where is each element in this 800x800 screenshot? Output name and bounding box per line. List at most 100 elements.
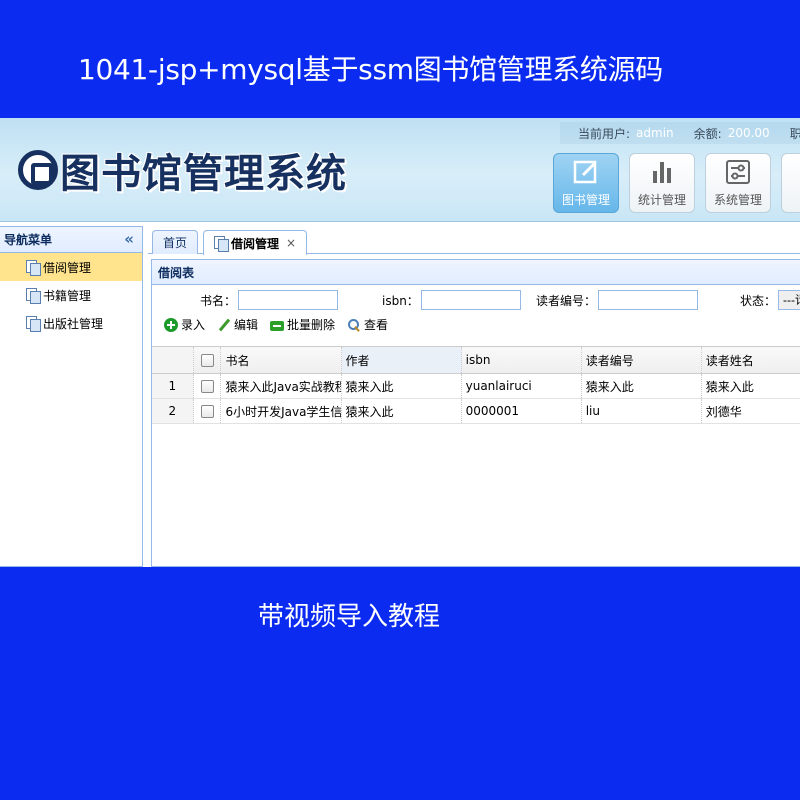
reader-no-input[interactable]: [598, 290, 699, 310]
batch-delete-label: 批量删除: [287, 318, 336, 332]
edit-label: 编辑: [234, 318, 259, 332]
document-icon: [26, 316, 41, 332]
action-buttons: 录入 编辑 批量删除 查看: [164, 316, 388, 333]
isbn-filter: isbn：: [382, 290, 521, 310]
view-button[interactable]: 查看: [347, 316, 388, 333]
view-label: 查看: [364, 318, 389, 332]
balance-label: 余额:: [693, 126, 722, 141]
reader-no-label: 读者编号：: [536, 293, 597, 308]
isbn-label: isbn：: [382, 293, 419, 308]
collapse-icon[interactable]: «: [124, 230, 134, 248]
tile-settings[interactable]: 系: [781, 153, 800, 213]
sidebar-item-borrow[interactable]: 借阅管理: [0, 253, 142, 281]
table-cell: 猿来入此Java实战教程: [221, 374, 342, 398]
app-window: 图书馆管理系统 当前用户: admin 余额: 200.00 职务 图书管理 统…: [0, 118, 800, 567]
banner-subtitle: 带视频导入教程: [258, 602, 441, 632]
pencil-icon: [217, 318, 231, 332]
reader-no-filter: 读者编号：: [536, 290, 699, 310]
role-label: 职务: [789, 126, 800, 141]
tile-label: 统计管理: [637, 193, 686, 207]
status-filter: 状态： ---请: [740, 290, 800, 310]
search-icon: [347, 318, 361, 332]
add-button[interactable]: 录入: [164, 316, 205, 333]
tile-system[interactable]: 系统管理: [705, 153, 771, 213]
row-number: 1: [152, 374, 194, 398]
book-name-filter: 书名：: [200, 290, 339, 310]
column-header[interactable]: 读者编号: [582, 347, 702, 373]
tile-label: 系统管理: [713, 193, 762, 207]
tile-statistics[interactable]: 统计管理: [629, 153, 695, 213]
column-header[interactable]: 作者: [341, 347, 462, 373]
plus-icon: [164, 317, 178, 332]
sidebar-item-books[interactable]: 书籍管理: [0, 281, 142, 309]
app-logo: 图书馆管理系统: [18, 146, 347, 197]
select-all-cell: [194, 347, 222, 373]
sidebar-item-label: 书籍管理: [43, 288, 92, 303]
sidebar-item-label: 借阅管理: [43, 260, 92, 275]
table-row[interactable]: 1 猿来入此Java实战教程 猿来入此 yuanlairuci 猿来入此 猿来入…: [152, 374, 800, 399]
table-cell: 猿来入此: [702, 374, 800, 398]
status-label: 状态：: [740, 293, 777, 308]
document-icon: [214, 236, 229, 252]
sidebar-item-label: 出版社管理: [43, 316, 104, 331]
row-checkbox[interactable]: [200, 404, 214, 418]
current-user-label: 当前用户:: [578, 126, 631, 141]
table-cell: 猿来入此: [342, 399, 462, 423]
table-cell: liu: [582, 399, 702, 423]
tile-book-management[interactable]: 图书管理: [553, 153, 619, 213]
panel-title: 借阅表: [152, 260, 800, 285]
sidebar-item-publishers[interactable]: 出版社管理: [0, 309, 142, 337]
search-toolbar: 书名： isbn： 读者编号： 状态： ---请 录入 编辑 批量删除 查看: [152, 285, 800, 345]
main-content: 首页 借阅管理 × 借阅表 书名： isbn： 读者编号： 状态： ---请 录…: [148, 226, 800, 567]
tile-label: 图书管理: [561, 193, 610, 207]
tab-label: 借阅管理: [231, 236, 280, 251]
current-user-value: admin: [636, 126, 674, 140]
user-info-bar: 当前用户: admin 余额: 200.00 职务: [560, 122, 800, 144]
row-number: 2: [152, 399, 194, 423]
column-header[interactable]: 读者姓名: [702, 347, 800, 373]
sidebar-title: 导航菜单: [4, 233, 53, 247]
status-select[interactable]: ---请: [778, 290, 800, 310]
table-cell: 猿来入此: [342, 374, 462, 398]
logo-text: 图书馆管理系统: [60, 151, 347, 197]
table-cell: yuanlairuci: [462, 374, 582, 398]
row-select-cell: [194, 399, 222, 423]
sidebar-header: 导航菜单 «: [0, 227, 142, 253]
module-tiles: 图书管理 统计管理 系统管理 系: [553, 153, 800, 213]
document-icon: [26, 288, 41, 304]
banner-title: 1041-jsp+mysql基于ssm图书馆管理系统源码: [78, 53, 664, 86]
add-label: 录入: [181, 318, 206, 332]
edit-icon: [573, 160, 597, 184]
row-number-header: [152, 347, 194, 373]
column-header[interactable]: isbn: [462, 347, 582, 373]
table-cell: 6小时开发Java学生信息: [221, 399, 342, 423]
sliders-icon: [726, 160, 750, 184]
document-icon: [26, 260, 41, 276]
sidebar: 导航菜单 « 借阅管理 书籍管理 出版社管理: [0, 226, 143, 567]
row-select-cell: [194, 374, 222, 398]
borrow-table: 书名 作者 isbn 读者编号 读者姓名 1 猿来入此Java实战教程 猿来入此…: [152, 346, 800, 424]
table-cell: 刘德华: [702, 399, 800, 423]
table-header: 书名 作者 isbn 读者编号 读者姓名: [152, 347, 800, 374]
edit-button[interactable]: 编辑: [217, 316, 258, 333]
table-cell: 猿来入此: [582, 374, 702, 398]
borrow-panel: 借阅表 书名： isbn： 读者编号： 状态： ---请 录入 编辑 批量删除 …: [151, 259, 800, 567]
tab-borrow[interactable]: 借阅管理 ×: [203, 230, 308, 255]
batch-delete-button[interactable]: 批量删除: [270, 316, 335, 333]
table-row[interactable]: 2 6小时开发Java学生信息 猿来入此 0000001 liu 刘德华: [152, 399, 800, 424]
balance-value: 200.00: [727, 126, 770, 140]
isbn-input[interactable]: [420, 290, 521, 310]
tab-bar: 首页 借阅管理 ×: [148, 226, 800, 255]
tab-home[interactable]: 首页: [152, 230, 199, 254]
column-header[interactable]: 书名: [221, 347, 342, 373]
logo-mark-icon: [18, 150, 58, 190]
tab-label: 首页: [163, 236, 188, 250]
book-name-input[interactable]: [238, 290, 339, 310]
close-icon[interactable]: ×: [286, 236, 296, 250]
row-checkbox[interactable]: [200, 379, 214, 393]
table-cell: 0000001: [462, 399, 582, 423]
app-header: 图书馆管理系统 当前用户: admin 余额: 200.00 职务 图书管理 统…: [0, 118, 800, 222]
minus-icon: [270, 320, 285, 331]
select-all-checkbox[interactable]: [200, 353, 214, 367]
book-name-label: 书名：: [200, 293, 237, 308]
